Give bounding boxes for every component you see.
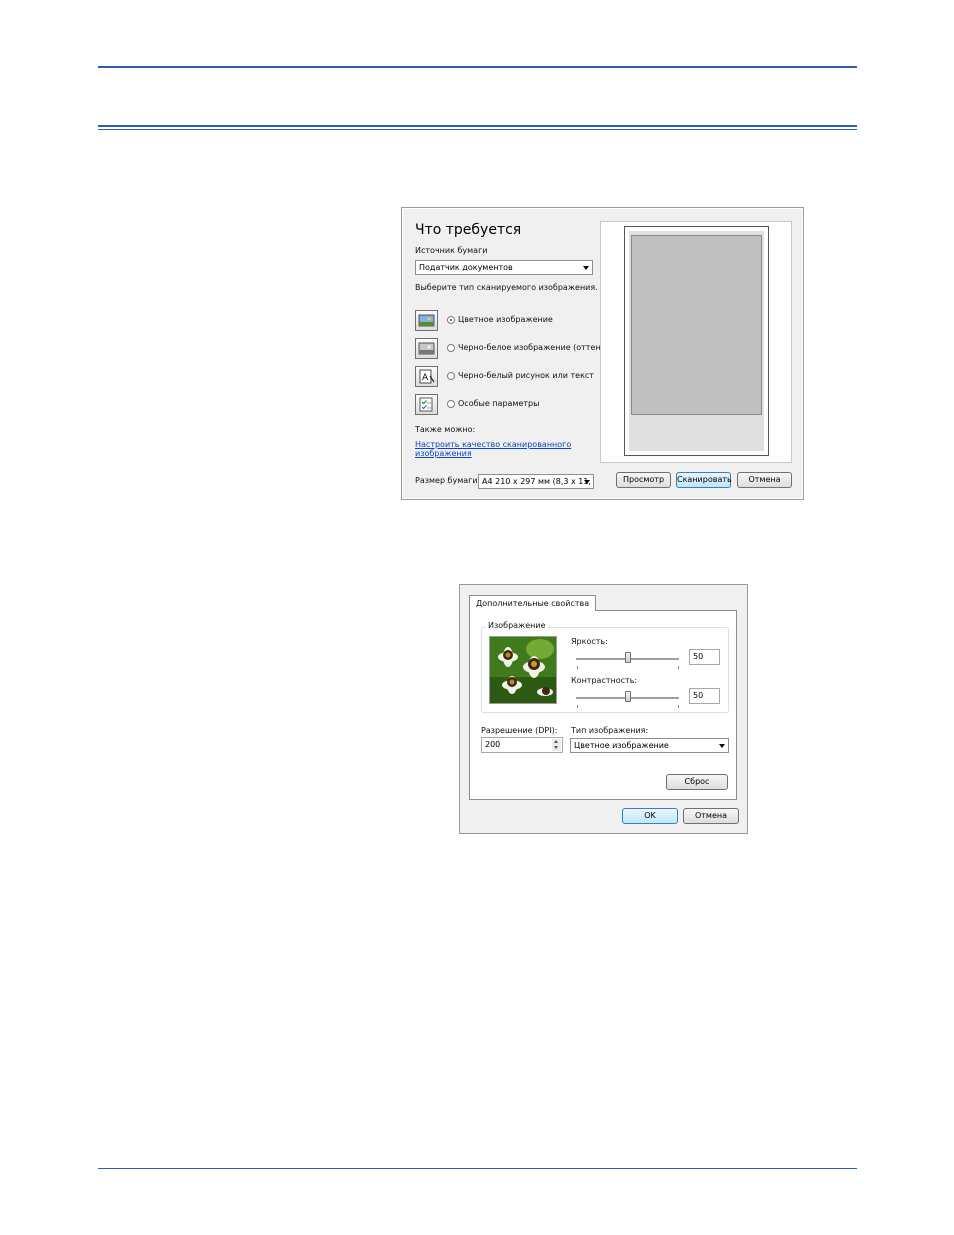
cancel-button[interactable]: Отмена (683, 808, 739, 824)
scan-dialog: Что требуется Источник бумаги Податчик д… (401, 207, 804, 500)
brightness-tick-max (678, 666, 679, 669)
properties-dialog: Дополнительные свойства Изображение Ярко… (459, 584, 748, 834)
tab-page: Изображение Яркость: 50 Контрастность: 5… (469, 610, 737, 800)
image-type-dropdown[interactable]: Цветное изображение (570, 738, 729, 753)
brightness-slider-thumb[interactable] (625, 652, 631, 663)
black-white-text-label[interactable]: Черно-белый рисунок или текст (458, 371, 594, 380)
grayscale-image-label[interactable]: Черно-белое изображение (оттенк (458, 343, 605, 352)
custom-settings-icon[interactable] (415, 394, 438, 415)
section-rule-thick (98, 125, 857, 127)
dialog-heading: Что требуется (415, 222, 522, 238)
preview-page-inner (629, 231, 764, 451)
image-group-title: Изображение (486, 621, 548, 630)
chevron-down-icon (583, 266, 589, 270)
resolution-value: 200 (485, 740, 501, 749)
color-image-icon[interactable] (415, 310, 438, 331)
tab-advanced-properties-label: Дополнительные свойства (476, 599, 590, 608)
paper-size-value: A4 210 x 297 мм (8,3 x 11, (482, 477, 592, 486)
grayscale-image-icon[interactable] (415, 338, 438, 359)
color-image-radio[interactable] (447, 316, 455, 324)
paper-source-label: Источник бумаги (415, 246, 488, 255)
brightness-label: Яркость: (571, 637, 608, 646)
adjust-quality-link-continued[interactable]: изображения (415, 449, 472, 458)
brightness-input[interactable]: 50 (689, 649, 720, 665)
resolution-spin-down-icon[interactable] (552, 745, 561, 751)
contrast-label: Контрастность: (571, 676, 638, 685)
grayscale-image-radio[interactable] (447, 344, 455, 352)
svg-text:A: A (422, 373, 429, 383)
paper-size-label: Размер бумаги: (415, 476, 481, 485)
contrast-tick-min (577, 705, 578, 708)
preview-scan-area (631, 235, 762, 415)
color-image-label[interactable]: Цветное изображение (458, 315, 553, 324)
resolution-input[interactable]: 200 (481, 737, 563, 753)
top-rule (98, 66, 857, 68)
black-white-text-icon[interactable]: A (415, 366, 438, 387)
reset-button[interactable]: Сброс (666, 774, 728, 790)
contrast-input[interactable]: 50 (689, 688, 720, 704)
ok-button[interactable]: OK (622, 808, 678, 824)
preview-page (624, 226, 769, 456)
footer-rule (98, 1168, 857, 1169)
adjust-quality-link[interactable]: Настроить качество сканированного (415, 440, 571, 449)
brightness-tick-min (577, 666, 578, 669)
custom-settings-radio[interactable] (447, 400, 455, 408)
paper-size-dropdown[interactable]: A4 210 x 297 мм (8,3 x 11, (478, 474, 594, 489)
custom-settings-label[interactable]: Особые параметры (458, 399, 539, 408)
resolution-label: Разрешение (DPI): (481, 726, 558, 735)
preview-panel (600, 221, 792, 463)
image-type-value: Цветное изображение (574, 741, 669, 750)
sample-image (489, 636, 557, 704)
preview-button[interactable]: Просмотр (616, 472, 671, 488)
paper-source-dropdown[interactable]: Податчик документов (415, 260, 593, 275)
chevron-down-icon (584, 480, 590, 484)
black-white-text-radio[interactable] (447, 372, 455, 380)
image-type-label: Тип изображения: (571, 726, 649, 735)
section-rule-thin (98, 129, 857, 130)
tab-advanced-properties[interactable]: Дополнительные свойства (469, 595, 597, 611)
contrast-slider-thumb[interactable] (625, 691, 631, 702)
contrast-tick-max (678, 705, 679, 708)
chevron-down-icon (719, 744, 725, 748)
also-label: Также можно: (415, 425, 476, 434)
image-type-prompt: Выберите тип сканируемого изображения. (415, 283, 598, 292)
paper-source-value: Податчик документов (419, 263, 513, 272)
scan-button[interactable]: Сканировать (676, 472, 732, 488)
cancel-button[interactable]: Отмена (737, 472, 792, 488)
